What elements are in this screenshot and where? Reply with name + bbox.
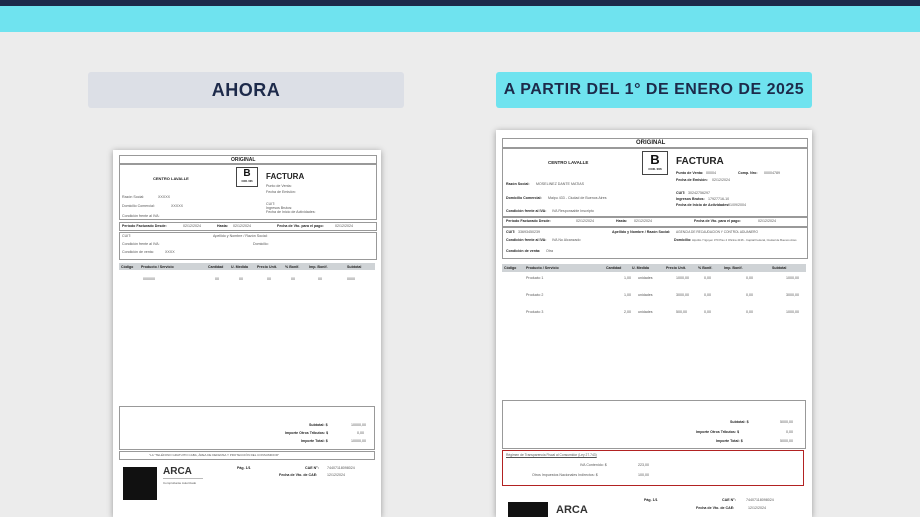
consumer-note: "LA "TELÉFONO GRATUITO CABA, ÁREA DE DEF… xyxy=(149,453,280,457)
invoice-letter: B COD. 006 xyxy=(236,167,258,187)
arca-logo: ARCA xyxy=(556,504,588,516)
company-name: CENTRO LAVALLE xyxy=(153,176,189,181)
invoice-title: FACTURA xyxy=(266,172,305,181)
label-new-2025: A PARTIR DEL 1° DE ENERO DE 2025 xyxy=(496,72,812,108)
totals-box xyxy=(502,400,806,449)
qr-code-redacted xyxy=(508,502,548,517)
company-name: CENTRO LAVALLE xyxy=(548,160,589,165)
invoice-title: FACTURA xyxy=(676,156,724,167)
invoice-current: ORIGINAL CENTRO LAVALLE B COD. 006 FACTU… xyxy=(113,150,381,517)
arca-logo: ARCA xyxy=(163,466,192,477)
totals-box xyxy=(119,406,375,450)
invoice-2025: ORIGINAL CENTRO LAVALLE B COD. 006 FACTU… xyxy=(496,130,812,517)
table-row: 000000 xyxy=(143,277,155,281)
invoice-letter: B COD. 006 xyxy=(642,151,668,175)
table-row: Producto 2 xyxy=(526,293,544,297)
original-label: ORIGINAL xyxy=(636,140,666,146)
label-ahora: AHORA xyxy=(88,72,404,108)
qr-code-redacted xyxy=(123,467,157,500)
top-cyan-bar xyxy=(0,6,920,32)
regime-title: Régimen de Transparencia Fiscal al Consu… xyxy=(506,453,597,457)
table-row: Producto 1 xyxy=(526,276,544,280)
table-row: Producto 3 xyxy=(526,310,544,314)
